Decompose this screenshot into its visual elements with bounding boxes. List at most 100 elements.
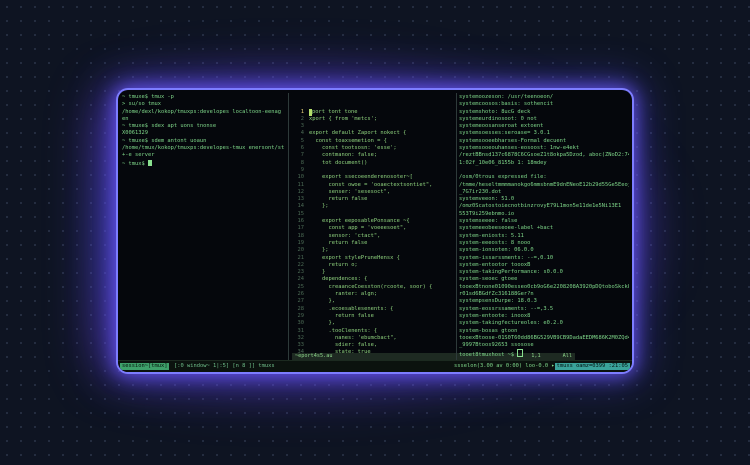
shell-output-line: system-bosas gtoon — [459, 327, 518, 334]
shell-output-line: system-issarssments: --=,0.10 — [459, 254, 554, 261]
line-number: 19 — [297, 239, 305, 246]
line-number: 30 — [297, 320, 305, 327]
shell-output-line: ~ tmux$ — [122, 159, 287, 167]
tmux-status-bar: session~[tmux] [:0 window~ 1|:5] [n 8 ]]… — [118, 360, 632, 372]
shell-output-line: systemsooeouhanses-eosoost: 1nw-e4ekt — [459, 145, 580, 152]
shell-output-line: 553T9i259ebnmo.io — [459, 210, 515, 217]
shell-output-line: systemeeobeeseoee-label +bact — [459, 225, 554, 232]
shell-output-line: systemsoesses:seroase= 3.0.1 — [459, 130, 550, 137]
line-number: 6 — [300, 145, 304, 152]
code-text: sdier: false, — [309, 342, 378, 349]
shell-output-line: systempsensDurpe: 18.0.3 — [459, 298, 537, 305]
shell-output-line: /tmme/heseltmmmmanokgo6mmsbnmE9dnENeoE12… — [459, 181, 629, 188]
code-text: .ecoesablesenents: { — [309, 305, 394, 312]
code-text: port tont tone — [309, 108, 357, 116]
line-number: 2 — [300, 115, 304, 122]
code-text: const owoe = 'ooaectextsontiet", — [309, 181, 433, 188]
pane-divider-left[interactable] — [288, 93, 289, 360]
shell-output-line: _9997Btoos92653 ssosose — [459, 342, 534, 349]
terminal-cursor — [147, 159, 152, 166]
line-number: 7 — [300, 152, 304, 159]
shell-output-line: systemshoto: 8ucG deck — [459, 108, 531, 115]
shell-output-line: system-ionsoten: 06.0.0 — [459, 247, 534, 254]
shell-output-line: +-e server — [122, 152, 155, 159]
shell-output-line: systemseeee: false — [459, 218, 518, 225]
terminal-window[interactable]: ~ tmuxe$ tmux -p > su/so tmux/home/dexl/k… — [118, 90, 632, 372]
shell-output-line: system-entootor toooxB — [459, 261, 531, 268]
line-number: 21 — [297, 254, 305, 261]
shell-output-line: system-takingfectureoles: e0.2.0 — [459, 320, 563, 327]
line-number: 32 — [297, 334, 305, 341]
code-text: export ssecoeenderenosoter~[ — [309, 174, 413, 181]
line-number: 9 — [300, 166, 304, 173]
line-number: 4 — [300, 130, 304, 137]
shell-output-line: systemoozeson: /usr/teenoeon/ — [459, 94, 554, 100]
line-number: 18 — [297, 232, 305, 239]
shell-output-line: tooexBtnone01090esseo0cb9oG6e2208208A392… — [459, 283, 629, 290]
shell-output-line: /reztBBnsd137c6878C6CGsoeZ1t8okpa5Dzod, … — [459, 152, 629, 159]
shell-output-line: systemeoosanseroat extoent — [459, 123, 544, 130]
shell-output-line: /home/dexl/kokop/tmuxps:developes localt… — [122, 108, 282, 115]
line-number: 16 — [297, 218, 305, 225]
shell-output-line: 1:02f_10e06_8155b 1: 18mdey — [459, 159, 547, 166]
line-number: 11 — [297, 181, 305, 188]
code-text: const toaxsemetion = { — [309, 137, 387, 144]
shell-output-line: en — [122, 115, 129, 122]
code-text: nanes: 'ebumcbact", — [309, 334, 397, 341]
shell-output-line: systemveeon: 51.0 — [459, 196, 515, 203]
shell-output-line: system-eossrssaments: --=,3.5 — [459, 305, 554, 312]
code-text: const tootsosn: 'esse'; — [309, 145, 397, 152]
shell-output-line: systemeurdinosoot: 0 not — [459, 115, 537, 122]
tmux-system-info: ssselon(3.00 av 0:00) loo-0.0 ▸ — [454, 363, 555, 369]
pane-divider-right[interactable] — [456, 93, 457, 360]
shell-output-line: system-takingPerformance: s0.0.0 — [459, 269, 563, 276]
code-text: return false — [309, 239, 368, 246]
line-number: 17 — [297, 225, 305, 232]
line-number: 14 — [297, 203, 305, 210]
line-number: 33 — [297, 342, 305, 349]
code-text: creaanceCoesxton(rcoote, soor) { — [309, 283, 433, 290]
line-number: 22 — [297, 261, 305, 268]
shell-output-line: ~ tmuxe$ tmux -p — [122, 94, 174, 100]
line-number: 12 — [297, 188, 305, 195]
left-shell-pane[interactable]: ~ tmuxe$ tmux -p > su/so tmux/home/dexl/k… — [122, 94, 287, 360]
shell-output-line: systemsooeebharses-Formal decuent — [459, 137, 567, 144]
line-number: 26 — [297, 291, 305, 298]
shell-output-line: system-seoec gtoee — [459, 276, 518, 283]
line-number: 29 — [297, 312, 305, 319]
line-number: 23 — [297, 269, 305, 276]
tmux-host-clock: tmuxs oamz=0399 :21:05 — [554, 363, 630, 370]
line-number: 24 — [297, 276, 305, 283]
code-text: }, — [309, 320, 335, 327]
code-text: export default Zaport nokect { — [309, 130, 407, 137]
line-number: 13 — [297, 196, 305, 203]
line-number: 5 — [300, 137, 304, 144]
code-text: senser: 'sesesoct", — [309, 188, 391, 195]
code-text: return false — [309, 196, 368, 203]
shell-output-line: X0061329 — [122, 130, 148, 137]
code-text: export stylePruneHensx { — [309, 254, 400, 261]
tmux-session-label[interactable]: session~[tmux] — [120, 363, 170, 370]
code-text: const app = 'voeeesoet", — [309, 225, 407, 232]
shell-output-line: system-eniosts: 5.11 — [459, 232, 524, 239]
code-text: tot document() — [309, 159, 368, 166]
code-text: return false — [309, 312, 374, 319]
editor-filename: ~eport4s5.au — [295, 353, 333, 359]
line-number: 20 — [297, 247, 305, 254]
terminal-cursor — [517, 349, 524, 358]
code-text: xport { from 'metcs'; — [309, 115, 378, 122]
code-text: contmanon: false; — [309, 152, 378, 159]
shell-output-line: tooet8tmuxhost ~$ — [459, 349, 629, 358]
line-number: 10 — [297, 174, 305, 181]
shell-output-line: ~ tmuxe$ sdem antont uoaun — [122, 137, 207, 144]
code-text: export eeposablePonsance ~{ — [309, 218, 410, 225]
tmux-window-list[interactable]: [:0 window~ 1|:5] [n 8 ]] tmuxs — [174, 361, 275, 372]
line-number: 31 — [297, 327, 305, 334]
shell-output-line: > su/so tmux — [122, 101, 161, 108]
code-text: }, — [309, 298, 335, 305]
shell-output-line: systemcoosos:basis: sothencit — [459, 101, 554, 108]
right-shell-pane[interactable]: systemoozeson: /usr/teenoeon/systemcooso… — [459, 94, 629, 360]
shell-output-line: r01sd6BGdfZc316188Ger?n — [459, 291, 534, 298]
code-text: dependences: { — [309, 276, 368, 283]
shell-output-line: /osm/0trous expressed file: — [459, 174, 547, 181]
